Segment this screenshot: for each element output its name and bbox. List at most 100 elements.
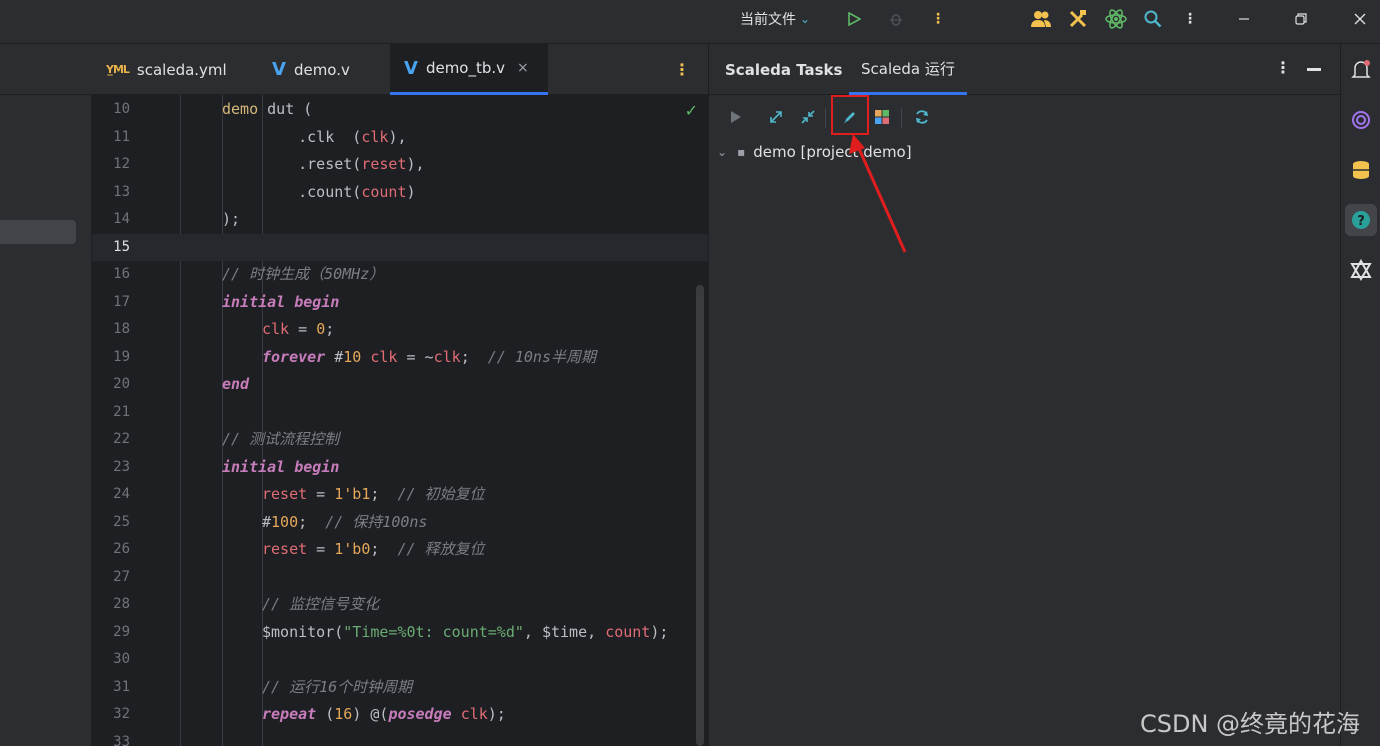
- search-icon: [1144, 10, 1162, 28]
- tasks-grid-button[interactable]: [869, 104, 895, 130]
- code-line: 10 demo dut (: [113, 100, 313, 118]
- collaboration-button[interactable]: [1027, 0, 1055, 38]
- project-selected-row[interactable]: [0, 220, 76, 244]
- yml-icon: Y̲ML: [106, 63, 130, 76]
- close-button[interactable]: [1346, 0, 1374, 38]
- annotation-arrow: [849, 134, 907, 253]
- code-line: 21: [113, 403, 130, 420]
- run-config-label: 当前文件: [740, 12, 796, 28]
- code-line: 28// 监控信号变化: [113, 595, 380, 613]
- code-line: 25 #100; // 保持100ns: [113, 512, 428, 531]
- highlight-box: [831, 95, 869, 135]
- tab-label: demo_tb.v: [425, 59, 506, 77]
- svg-text:?: ?: [1357, 214, 1365, 229]
- atom-plugin-button[interactable]: [1102, 0, 1130, 38]
- build-tools-button[interactable]: [1064, 0, 1092, 38]
- editor-tabs: Y̲ML scaleda.yml V demo.v V demo_tb.v × …: [92, 44, 708, 95]
- code-line: 11 .clk (clk),: [113, 127, 407, 146]
- run-config-selector[interactable]: 当前文件 ⌄: [740, 0, 830, 38]
- toolbar-separator: [901, 108, 902, 128]
- minimize-button[interactable]: [1230, 0, 1258, 38]
- debug-button[interactable]: [882, 0, 910, 38]
- more-icon: ⋮: [1275, 58, 1291, 77]
- collapse-all-button[interactable]: [795, 104, 821, 130]
- code-line: 32 repeat (16) @(posedge clk);: [113, 705, 506, 723]
- tasks-grid-icon: [875, 110, 889, 124]
- expand-all-button[interactable]: [763, 104, 789, 130]
- project-panel-header: [0, 44, 92, 95]
- current-code-line: 15: [92, 233, 708, 261]
- debug-icon: [890, 14, 902, 26]
- chevron-down-icon: ⌄: [800, 12, 811, 26]
- right-tool-strip: ?: [1340, 44, 1380, 746]
- build-tools-icon: [1069, 10, 1087, 28]
- run-icon: [731, 111, 741, 123]
- more-actions-button[interactable]: ⋮: [924, 0, 952, 38]
- tab-scaleda-run[interactable]: Scaleda 运行: [849, 44, 967, 95]
- search-button[interactable]: [1139, 0, 1167, 38]
- code-line: 16// 时钟生成（50MHz）: [113, 265, 385, 283]
- tool-window-header: Scaleda Tasks Scaleda 运行 ⋮: [709, 44, 1341, 95]
- code-line: 19 forever #10 clk = ~clk; // 10ns半周期: [113, 347, 596, 366]
- notifications-button[interactable]: [1345, 54, 1377, 86]
- more-icon: ⋮: [931, 11, 945, 27]
- users-icon: [1031, 11, 1051, 27]
- toolbar-separator: [825, 108, 826, 128]
- chevron-down-icon[interactable]: ⌄: [717, 145, 727, 159]
- ide-window: 当前文件 ⌄ ⋮ ⋮ Y̲ML scaleda.yml V demo.v V d…: [0, 0, 1380, 746]
- more-vertical-icon: ⋮: [1183, 11, 1197, 27]
- run-button[interactable]: [840, 0, 868, 38]
- code-editor[interactable]: ✓ 10 demo dut ( 11 .clk (clk), 12 .reset(…: [92, 95, 708, 746]
- database-button[interactable]: [1345, 154, 1377, 186]
- more-icon: ⋮: [674, 60, 690, 79]
- tab-demo-v[interactable]: V demo.v: [258, 44, 390, 95]
- code-line: 12 .reset(reset),: [113, 155, 425, 173]
- database-icon: [1353, 161, 1369, 179]
- code-line: 14);: [113, 210, 241, 228]
- atom-icon: [1105, 9, 1127, 29]
- tab-demo-tb-v[interactable]: V demo_tb.v ×: [390, 44, 548, 95]
- watermark: CSDN @终竟的花海: [1140, 710, 1361, 738]
- tab-label: demo.v: [293, 60, 350, 79]
- code-line: 31// 运行16个时钟周期: [113, 677, 413, 696]
- plugin-button[interactable]: [1345, 254, 1377, 286]
- tab-scaleda-yml[interactable]: Y̲ML scaleda.yml: [92, 44, 258, 95]
- close-tab-icon[interactable]: ×: [517, 60, 529, 76]
- hide-tool-window-button[interactable]: [1307, 68, 1321, 71]
- notifications-icon: [1351, 60, 1371, 78]
- code-line: 27: [113, 568, 130, 585]
- restore-icon: [1295, 13, 1307, 25]
- ai-assistant-icon: [1352, 111, 1370, 129]
- ai-assistant-button[interactable]: [1345, 104, 1377, 136]
- title-bar: 当前文件 ⌄ ⋮ ⋮: [0, 0, 1380, 44]
- code-line: 18 clk = 0;: [113, 320, 335, 338]
- code-line: 30: [113, 651, 130, 667]
- verilog-icon: V: [272, 59, 286, 80]
- code-line: 24 reset = 1'b1; // 初始复位: [113, 485, 485, 503]
- code-line: 26 reset = 1'b0; // 释放复位: [113, 540, 485, 558]
- restore-button[interactable]: [1287, 0, 1315, 38]
- expand-all-icon: [770, 111, 782, 123]
- code-line: 20 end: [113, 375, 250, 393]
- tab-scaleda-tasks[interactable]: Scaleda Tasks: [725, 44, 842, 95]
- run-icon: [848, 12, 861, 26]
- project-panel: [0, 44, 92, 746]
- more-tabs-button[interactable]: ⋮: [674, 60, 690, 79]
- code-line: 29 $monitor("Time=%0t: count=%d", $time, …: [113, 622, 669, 641]
- code-line: 23 initial begin: [113, 457, 340, 476]
- code-line: 33: [113, 733, 130, 746]
- tool-window-options-button[interactable]: ⋮: [1275, 58, 1291, 77]
- close-icon: [1354, 13, 1366, 25]
- refresh-icon: [916, 110, 928, 124]
- main-menu-button[interactable]: ⋮: [1176, 0, 1204, 38]
- tool-window-toolbar: [709, 96, 1341, 136]
- editor-scrollbar[interactable]: [696, 285, 704, 746]
- tab-label: scaleda.yml: [136, 60, 227, 79]
- run-task-button[interactable]: [723, 104, 749, 130]
- code-line: 17 initial begin: [113, 292, 340, 311]
- plugin-icon: [1350, 259, 1372, 281]
- code-line: 22// 测试流程控制: [113, 430, 340, 448]
- help-button[interactable]: ?: [1345, 204, 1377, 236]
- refresh-button[interactable]: [909, 104, 935, 130]
- help-icon: ?: [1352, 211, 1370, 229]
